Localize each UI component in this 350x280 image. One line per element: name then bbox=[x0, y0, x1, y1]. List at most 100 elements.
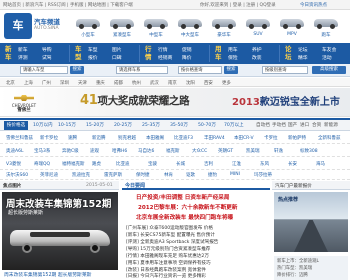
nav-item[interactable]: 导购 bbox=[42, 46, 52, 53]
news-item[interactable]: [日报] 今日汽车行业资讯一览 更多精彩 bbox=[126, 273, 206, 279]
model-link[interactable]: 奥迪A6L bbox=[6, 148, 23, 154]
city-link[interactable]: 深圳 bbox=[60, 80, 69, 86]
right-link[interactable]: 热门车型：凯美瑞 bbox=[277, 265, 312, 271]
car-type-3[interactable]: 中大型车 bbox=[174, 14, 206, 41]
model-link[interactable]: 讴歌 bbox=[186, 172, 195, 178]
model-link[interactable]: 捷豹 bbox=[208, 172, 217, 178]
nav-item[interactable]: 活动 bbox=[322, 54, 332, 61]
city-link[interactable]: 西安 bbox=[204, 80, 213, 86]
nav-group-head[interactable]: 论坛 bbox=[285, 45, 294, 61]
filter-link[interactable]: 国产 bbox=[288, 122, 297, 128]
model-link[interactable]: 丰田RAV4 bbox=[204, 135, 225, 141]
nav-item[interactable]: 车型 bbox=[88, 46, 98, 53]
nav-group-head[interactable]: 用车 bbox=[215, 45, 224, 61]
brand-select[interactable]: 请输入车型 bbox=[20, 66, 68, 74]
model-link[interactable]: 凯美瑞 bbox=[246, 148, 260, 154]
news-item[interactable]: [广州车展] 众泰T600运动版官图发布 价格 bbox=[126, 225, 213, 231]
model-link[interactable]: 速腾 bbox=[68, 135, 77, 141]
model-link[interactable]: 吉利 bbox=[204, 161, 213, 167]
car-type-1[interactable]: 紧凑型车 bbox=[106, 14, 138, 41]
filter-link[interactable]: 合资 bbox=[312, 122, 321, 128]
city-link[interactable]: 重庆 bbox=[96, 80, 105, 86]
model-link[interactable]: 新帕萨特 bbox=[288, 135, 306, 141]
model-link[interactable]: 东风 bbox=[260, 161, 269, 167]
level-select[interactable]: 按级别查询 bbox=[262, 66, 308, 74]
city-link[interactable]: 南京 bbox=[168, 80, 177, 86]
nav-item[interactable]: 试驾 bbox=[42, 54, 52, 61]
top-search[interactable]: 今日资讯热点 bbox=[300, 2, 327, 8]
model-link[interactable]: 本田CR-V bbox=[234, 135, 254, 141]
model-link[interactable]: 全新科鲁兹 bbox=[318, 135, 341, 141]
nav-item[interactable]: 用车 bbox=[228, 46, 238, 53]
city-link[interactable]: 武汉 bbox=[150, 80, 159, 86]
model-link[interactable]: 本田雅阁 bbox=[146, 135, 164, 141]
model-link[interactable]: 比亚迪 bbox=[116, 161, 130, 167]
model-link[interactable]: 海马 bbox=[316, 161, 325, 167]
focus-photo[interactable]: 周末改装车集锦第152期 超长版劳斯莱斯 bbox=[2, 192, 118, 270]
model-link[interactable]: 大众CC bbox=[192, 148, 207, 154]
nav-item[interactable]: 行情 bbox=[158, 46, 168, 53]
advanced-search-button[interactable]: 高级搜索 bbox=[312, 66, 346, 74]
nav-group-head[interactable]: 车型 bbox=[75, 45, 84, 61]
nav-group-head[interactable]: 新车 bbox=[5, 45, 14, 61]
city-link[interactable]: 上海 bbox=[24, 80, 33, 86]
price-range-link[interactable]: 35-50万 bbox=[170, 122, 188, 128]
nav-group-head[interactable]: 行情 bbox=[145, 45, 154, 61]
model-link[interactable]: MINI bbox=[230, 172, 240, 177]
nav-item[interactable]: 口碑 bbox=[112, 54, 122, 61]
nav-item[interactable]: 论坛 bbox=[298, 46, 308, 53]
city-link[interactable]: 杭州 bbox=[132, 80, 141, 86]
search-button-2[interactable]: 搜索 bbox=[224, 66, 238, 74]
series-select[interactable]: 请选择车系 bbox=[116, 66, 168, 74]
nav-item[interactable]: 图片 bbox=[112, 46, 122, 53]
car-type-5[interactable]: SUV bbox=[242, 14, 274, 41]
car-type-4[interactable]: 豪华车 bbox=[208, 14, 240, 41]
city-link[interactable]: 沈阳 bbox=[186, 80, 195, 86]
model-link[interactable]: 玛莎拉蒂 bbox=[254, 172, 272, 178]
car-type-6[interactable]: MPV bbox=[276, 14, 308, 41]
site-logo[interactable]: 车 汽车频道 AUTO.SINA bbox=[4, 13, 66, 39]
model-link[interactable]: 宝骏 bbox=[148, 161, 157, 167]
filter-link[interactable]: 进口 bbox=[300, 122, 309, 128]
nav-item[interactable]: 报价 bbox=[88, 54, 98, 61]
car-type-2[interactable]: 中型车 bbox=[140, 14, 172, 41]
nav-item[interactable]: 新车 bbox=[18, 46, 28, 53]
model-link[interactable]: 保时捷 bbox=[136, 172, 150, 178]
headline-link[interactable]: 北京车展全新改装车 最快四门跑车将曝 bbox=[136, 213, 233, 221]
model-link[interactable]: 卡罗拉 bbox=[264, 135, 278, 141]
price-range-link[interactable]: 15-20万 bbox=[86, 122, 104, 128]
car-type-0[interactable]: 小型车 bbox=[72, 14, 104, 41]
city-link[interactable]: 更多 bbox=[222, 80, 231, 86]
price-range-link[interactable]: 70万以上 bbox=[224, 122, 244, 128]
nav-item[interactable]: 促销 bbox=[182, 46, 192, 53]
search-button-1[interactable]: 搜索 bbox=[70, 66, 84, 74]
model-link[interactable]: 英朗GT bbox=[218, 148, 233, 154]
login-links[interactable]: 你好,欢迎来到 | 登录 | 注册 | QQ登录 bbox=[200, 2, 276, 8]
city-link[interactable]: 北京 bbox=[6, 80, 15, 86]
city-link[interactable]: 天津 bbox=[78, 80, 87, 86]
nav-item[interactable]: 评测 bbox=[18, 54, 28, 61]
model-link[interactable]: 轩逸 bbox=[274, 148, 283, 154]
car-type-7[interactable]: 跑车 bbox=[310, 14, 342, 41]
price-range-link[interactable]: 50-70万 bbox=[198, 122, 216, 128]
news-item[interactable]: [行情] 本田雅阁现车充足 购车优惠达2万 bbox=[126, 253, 209, 259]
nav-item[interactable]: 车友会 bbox=[322, 46, 336, 53]
price-range-link[interactable]: 10-15万 bbox=[58, 122, 76, 128]
model-link[interactable]: 比亚迪F3 bbox=[174, 135, 193, 141]
model-link[interactable]: 新卡罗拉 bbox=[40, 135, 58, 141]
nav-item[interactable]: 养护 bbox=[252, 46, 262, 53]
model-link[interactable]: 途观 bbox=[90, 148, 99, 154]
city-link[interactable]: 成都 bbox=[114, 80, 123, 86]
headline-link[interactable]: 2012巴黎车展：六十余款新车不断更新 bbox=[138, 203, 237, 211]
model-link[interactable]: 哈弗H6 bbox=[112, 148, 127, 154]
right-link[interactable]: 新车上市：全新途观L bbox=[277, 258, 319, 264]
model-link[interactable]: 标致308 bbox=[300, 148, 318, 154]
news-item[interactable]: [新车] 长安CS75新车型 配置曝光 售价预计 bbox=[126, 232, 215, 238]
right-feature-image[interactable]: 热点推荐 bbox=[274, 192, 348, 252]
model-link[interactable]: 雪佛兰科鲁兹 bbox=[6, 135, 33, 141]
focus-photo-link[interactable]: 周末改装车集锦第152期 超长版劳斯莱斯 bbox=[4, 271, 91, 278]
filter-link[interactable]: 手动挡 bbox=[272, 122, 286, 128]
nav-item[interactable]: 精华 bbox=[298, 54, 308, 61]
price-range-link[interactable]: 10万以内 bbox=[33, 122, 53, 128]
top-links[interactable]: 网站首页 | 新浪汽车 | RSS订阅 | 手机版 | 网站地图 | 下载客户端 bbox=[3, 2, 133, 8]
